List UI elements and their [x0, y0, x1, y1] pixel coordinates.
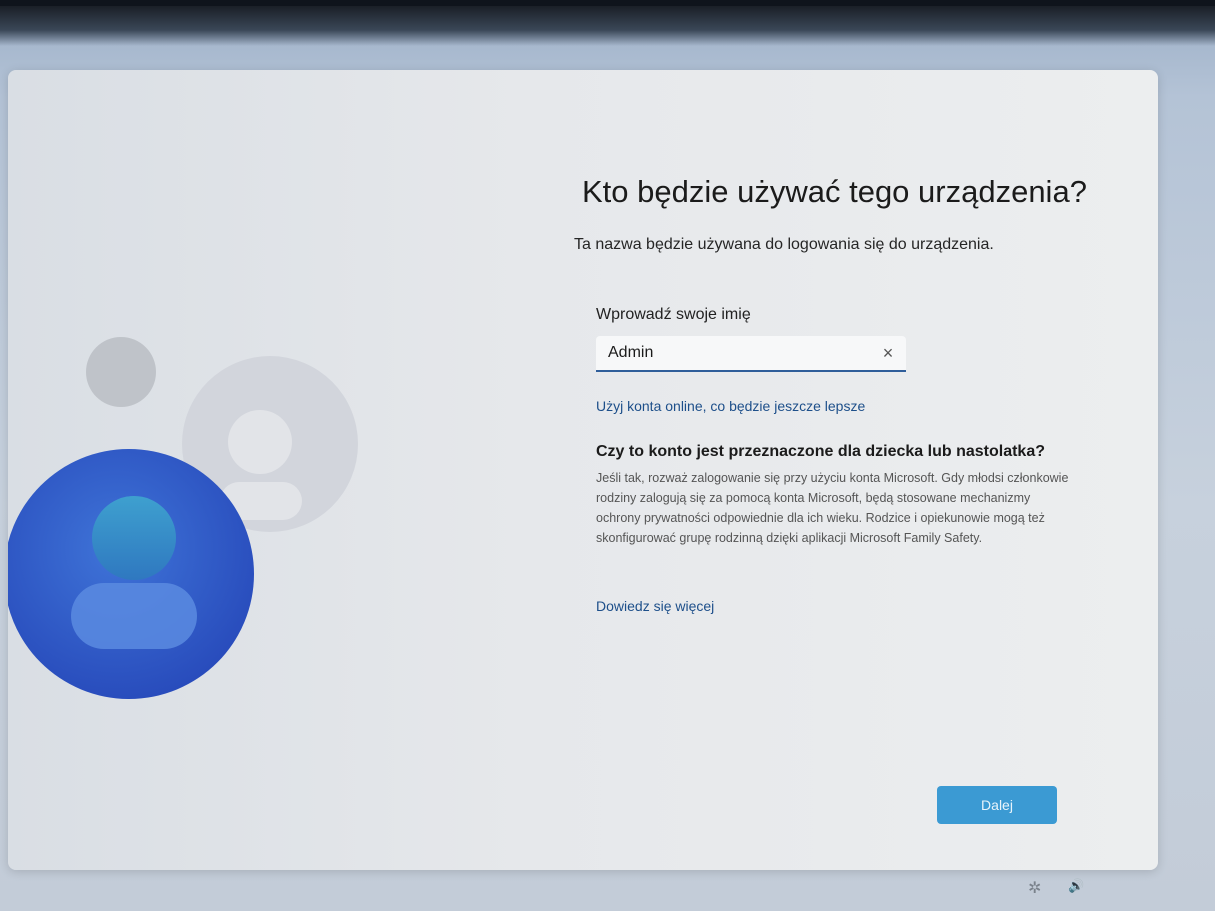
clear-input-icon[interactable]: ×	[876, 341, 900, 365]
large-avatar-body	[71, 583, 197, 649]
learn-more-link[interactable]: Dowiedz się więcej	[596, 598, 714, 614]
page-subtitle: Ta nazwa będzie używana do logowania się…	[574, 236, 994, 253]
name-field-label: Wprowadź swoje imię	[596, 306, 751, 323]
name-input[interactable]	[608, 342, 858, 364]
child-account-heading: Czy to konto jest przeznaczone dla dziec…	[596, 443, 1045, 460]
volume-icon[interactable]: 🔊	[1068, 878, 1084, 894]
setup-card: Kto będzie używać tego urządzenia? Ta na…	[8, 70, 1158, 870]
accessibility-icon[interactable]: ✲	[1028, 878, 1041, 898]
page-title: Kto będzie używać tego urządzenia?	[582, 174, 1087, 209]
child-account-description: Jeśli tak, rozważ zalogowanie się przy u…	[596, 471, 1069, 545]
online-account-link[interactable]: Użyj konta online, co będzie jeszcze lep…	[596, 398, 865, 414]
name-input-container: ×	[596, 336, 906, 372]
next-button[interactable]: Dalej	[937, 786, 1057, 824]
oobe-screen: Kto będzie używać tego urządzenia? Ta na…	[0, 6, 1215, 911]
user-avatars-illustration	[8, 337, 358, 699]
large-avatar-head	[92, 496, 176, 580]
small-avatar-circle	[86, 337, 156, 407]
screen-top-edge	[0, 6, 1215, 46]
